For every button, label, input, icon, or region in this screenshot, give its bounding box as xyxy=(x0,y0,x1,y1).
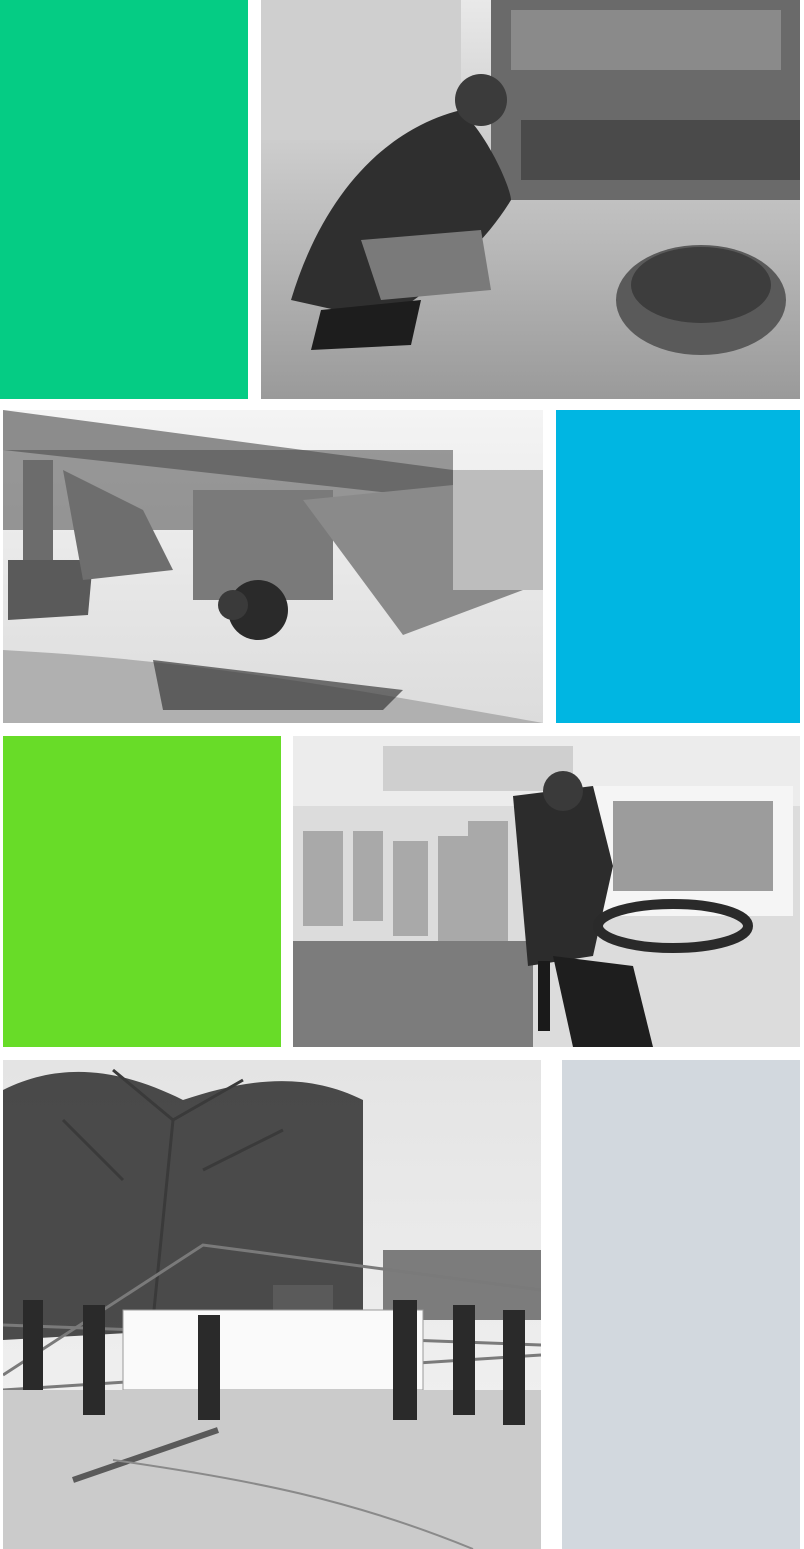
color-block-lime xyxy=(3,736,281,1047)
mechanic-inspecting-truck-photo xyxy=(261,0,800,399)
bus-driver-photo xyxy=(293,736,800,1047)
people-assembling-tent-photo xyxy=(3,1060,541,1549)
color-block-blue xyxy=(556,410,800,723)
color-block-green xyxy=(0,0,248,399)
wheel-loader-and-excavator-photo xyxy=(3,410,543,723)
color-block-gray xyxy=(562,1060,800,1549)
